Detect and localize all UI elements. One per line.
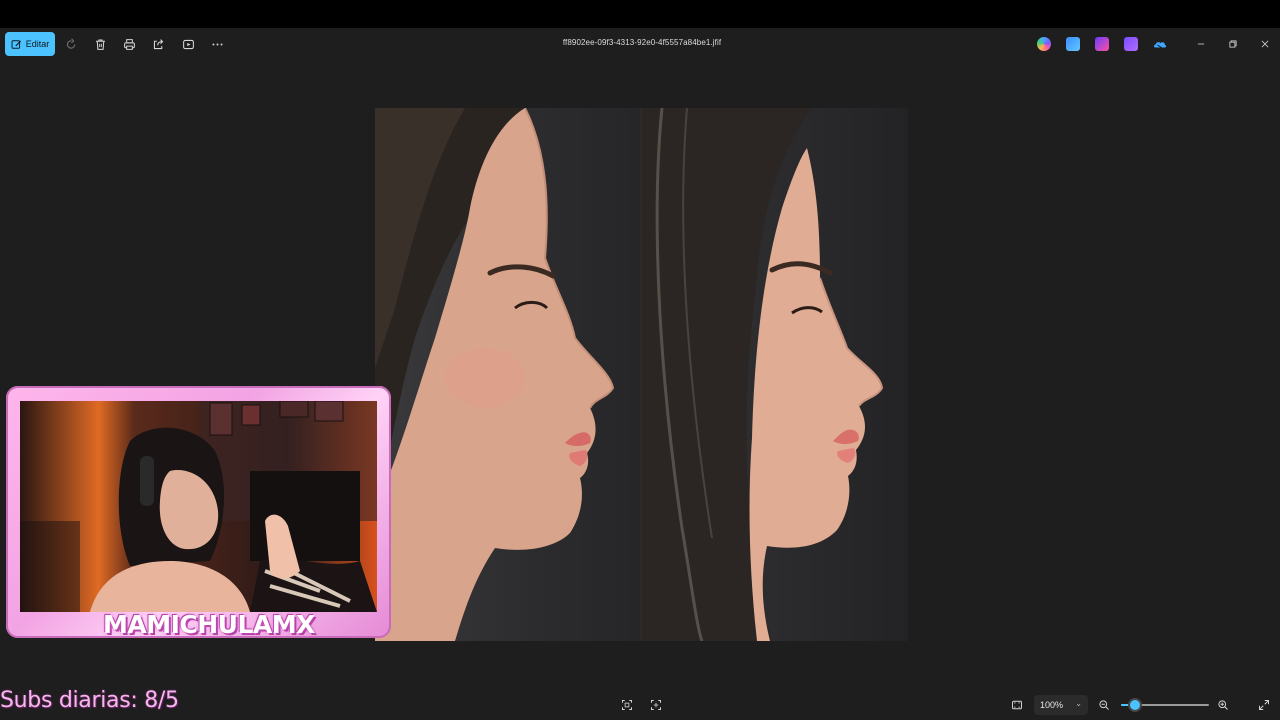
photo-panel-after xyxy=(642,108,908,641)
zoom-level-dropdown[interactable]: 100% ⌄ xyxy=(1034,695,1088,715)
copilot-icon[interactable] xyxy=(1037,37,1051,51)
toolbar: Editar ff8902ee-09f3-4313-92e0-4f5557a84… xyxy=(0,28,1280,60)
onedrive-icon[interactable] xyxy=(1153,37,1167,51)
fullscreen-frame-icon[interactable] xyxy=(1009,697,1025,713)
close-icon[interactable] xyxy=(1257,36,1273,52)
crop-icon[interactable] xyxy=(648,697,664,713)
photo-panel-before xyxy=(375,108,640,641)
zoom-out-icon[interactable] xyxy=(1096,697,1112,713)
subs-counter-overlay: Subs diarias: 8/5 xyxy=(0,688,179,713)
displayed-photo xyxy=(375,108,908,641)
minimize-icon[interactable] xyxy=(1193,36,1209,52)
designer-icon[interactable] xyxy=(1124,37,1138,51)
streamer-name-label: MAMICHULAMX xyxy=(103,610,315,639)
expand-icon[interactable] xyxy=(1256,697,1272,713)
zoom-level-value: 100% xyxy=(1040,700,1064,710)
chevron-down-icon: ⌄ xyxy=(1075,699,1082,708)
top-letterbox xyxy=(0,0,1280,28)
zoom-slider-thumb[interactable] xyxy=(1130,700,1140,710)
zoom-in-icon[interactable] xyxy=(1215,697,1231,713)
photos-app-window: Editar ff8902ee-09f3-4313-92e0-4f5557a84… xyxy=(0,28,1280,720)
paint-icon[interactable] xyxy=(1066,37,1080,51)
clipchamp-icon[interactable] xyxy=(1095,37,1109,51)
restore-icon[interactable] xyxy=(1225,36,1241,52)
fit-icon[interactable] xyxy=(619,697,635,713)
file-name-title: ff8902ee-09f3-4313-92e0-4f5557a84be1.jfi… xyxy=(562,38,722,47)
webcam-feed xyxy=(20,401,377,612)
